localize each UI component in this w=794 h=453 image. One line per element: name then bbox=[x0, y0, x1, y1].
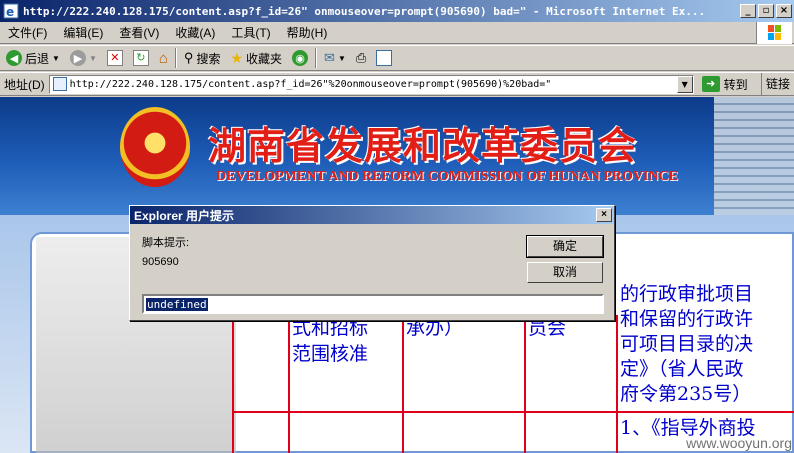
site-title-en: DEVELOPMENT AND REFORM COMMISSION OF HUN… bbox=[216, 169, 679, 184]
edit-button[interactable] bbox=[373, 47, 395, 69]
favorites-label: 收藏夹 bbox=[246, 51, 283, 66]
forward-button[interactable]: ▶ ▼ bbox=[67, 47, 100, 69]
menu-bar: 文件(F) 编辑(E) 查看(V) 收藏(A) 工具(T) 帮助(H) bbox=[0, 22, 794, 44]
address-dropdown-icon[interactable]: ▼ bbox=[676, 75, 693, 93]
ok-button[interactable]: 确定 bbox=[526, 235, 604, 258]
toolbar: ◀ 后退 ▼ ▶ ▼ ✕ ↻ ⌂ ⚲ 搜索 ★ 收藏夹 ◉ ✉ ▼ ⎙ bbox=[0, 45, 794, 71]
close-button[interactable]: × bbox=[776, 4, 792, 18]
home-icon: ⌂ bbox=[158, 49, 168, 67]
stop-button[interactable]: ✕ bbox=[104, 47, 126, 69]
page-icon bbox=[52, 77, 67, 91]
data-table: 式和招标 范围核准 承办） 员会 的行政审批项目 和保留的行政许 可项目目录的决… bbox=[232, 283, 794, 453]
address-url[interactable]: http://222.240.128.175/content.asp?f_id=… bbox=[70, 79, 677, 90]
window-controls: _ ▫ × bbox=[740, 4, 792, 18]
mail-icon: ✉ bbox=[324, 50, 335, 65]
address-input[interactable]: http://222.240.128.175/content.asp?f_id=… bbox=[48, 74, 694, 94]
site-title-cn: 湖南省发展和改革委员会 bbox=[208, 123, 638, 168]
print-button[interactable]: ⎙ bbox=[353, 47, 369, 69]
table-border bbox=[616, 315, 618, 453]
search-icon: ⚲ bbox=[183, 50, 194, 65]
window-title: http://222.240.128.175/content.asp?f_id=… bbox=[23, 4, 706, 18]
window-titlebar: e http://222.240.128.175/content.asp?f_i… bbox=[0, 0, 794, 22]
media-button[interactable]: ◉ bbox=[289, 47, 311, 69]
media-icon: ◉ bbox=[292, 50, 309, 66]
chevron-down-icon: ▼ bbox=[52, 53, 60, 63]
dialog-close-button[interactable]: × bbox=[596, 208, 612, 222]
favorites-star-icon: ★ bbox=[230, 49, 244, 66]
dialog-title: Explorer 用户提示 bbox=[134, 208, 235, 223]
refresh-icon: ↻ bbox=[132, 50, 149, 66]
table-border bbox=[402, 315, 404, 453]
table-border bbox=[232, 411, 794, 413]
table-border bbox=[524, 315, 526, 453]
table-cell: 范围核准 bbox=[292, 343, 369, 365]
cancel-button[interactable]: 取消 bbox=[527, 262, 603, 283]
menu-file[interactable]: 文件(F) bbox=[0, 24, 55, 41]
building-image bbox=[714, 97, 794, 215]
site-banner: 湖南省发展和改革委员会 DEVELOPMENT AND REFORM COMMI… bbox=[0, 97, 794, 215]
prompt-dialog: Explorer 用户提示 × 脚本提示: 905690 确定 取消 undef… bbox=[129, 205, 615, 321]
menu-favorites[interactable]: 收藏(A) bbox=[167, 24, 223, 41]
dialog-titlebar: Explorer 用户提示 × bbox=[130, 206, 614, 224]
chevron-down-icon: ▼ bbox=[88, 53, 97, 63]
menu-view[interactable]: 查看(V) bbox=[111, 24, 167, 41]
back-button[interactable]: ◀ 后退 ▼ bbox=[3, 47, 63, 69]
back-label: 后退 bbox=[25, 51, 50, 66]
links-button[interactable]: 链接 bbox=[760, 73, 794, 95]
back-arrow-icon: ◀ bbox=[6, 50, 22, 66]
go-label: 转到 bbox=[723, 77, 748, 92]
watermark: www.wooyun.org bbox=[686, 435, 792, 451]
table-cell: 可项目目录的决 bbox=[620, 333, 754, 355]
stop-icon: ✕ bbox=[106, 50, 123, 66]
minimize-button[interactable]: _ bbox=[740, 4, 756, 18]
table-border bbox=[232, 315, 234, 453]
ie-icon: e bbox=[3, 3, 19, 19]
dialog-input-value[interactable]: undefined bbox=[146, 297, 208, 311]
print-icon: ⎙ bbox=[355, 50, 367, 65]
home-button[interactable]: ⌂ bbox=[156, 47, 171, 69]
edit-page-icon bbox=[376, 50, 393, 66]
menu-tools[interactable]: 工具(T) bbox=[223, 24, 278, 41]
table-cell: 府令第235号） bbox=[620, 383, 752, 405]
search-button[interactable]: ⚲ 搜索 bbox=[181, 47, 224, 69]
mail-button[interactable]: ✉ ▼ bbox=[321, 47, 349, 69]
svg-text:e: e bbox=[6, 5, 14, 19]
table-border bbox=[288, 315, 290, 453]
refresh-button[interactable]: ↻ bbox=[130, 47, 152, 69]
dialog-prompt-label: 脚本提示: bbox=[142, 237, 190, 249]
forward-arrow-icon: ▶ bbox=[69, 50, 86, 66]
address-bar: 地址(D) http://222.240.128.175/content.asp… bbox=[0, 72, 794, 96]
national-emblem-icon bbox=[120, 107, 190, 187]
favorites-button[interactable]: ★ 收藏夹 bbox=[227, 47, 285, 69]
dialog-input[interactable]: undefined bbox=[142, 294, 604, 314]
go-arrow-icon: ➜ bbox=[701, 76, 720, 92]
menu-edit[interactable]: 编辑(E) bbox=[55, 24, 111, 41]
dialog-message: 905690 bbox=[142, 256, 179, 268]
menu-help[interactable]: 帮助(H) bbox=[279, 24, 336, 41]
table-cell: 和保留的行政许 bbox=[620, 308, 754, 330]
toolbar-separator bbox=[174, 48, 177, 68]
search-label: 搜索 bbox=[196, 51, 221, 66]
go-button[interactable]: ➜ 转到 bbox=[701, 76, 748, 93]
windows-logo-icon bbox=[756, 22, 792, 44]
toolbar-separator bbox=[315, 48, 318, 68]
table-cell: 定》（省人民政 bbox=[620, 358, 744, 380]
address-label: 地址(D) bbox=[4, 77, 45, 92]
chevron-down-icon: ▼ bbox=[337, 53, 346, 63]
table-cell: 的行政审批项目 bbox=[620, 283, 754, 305]
maximize-button[interactable]: ▫ bbox=[758, 4, 774, 18]
